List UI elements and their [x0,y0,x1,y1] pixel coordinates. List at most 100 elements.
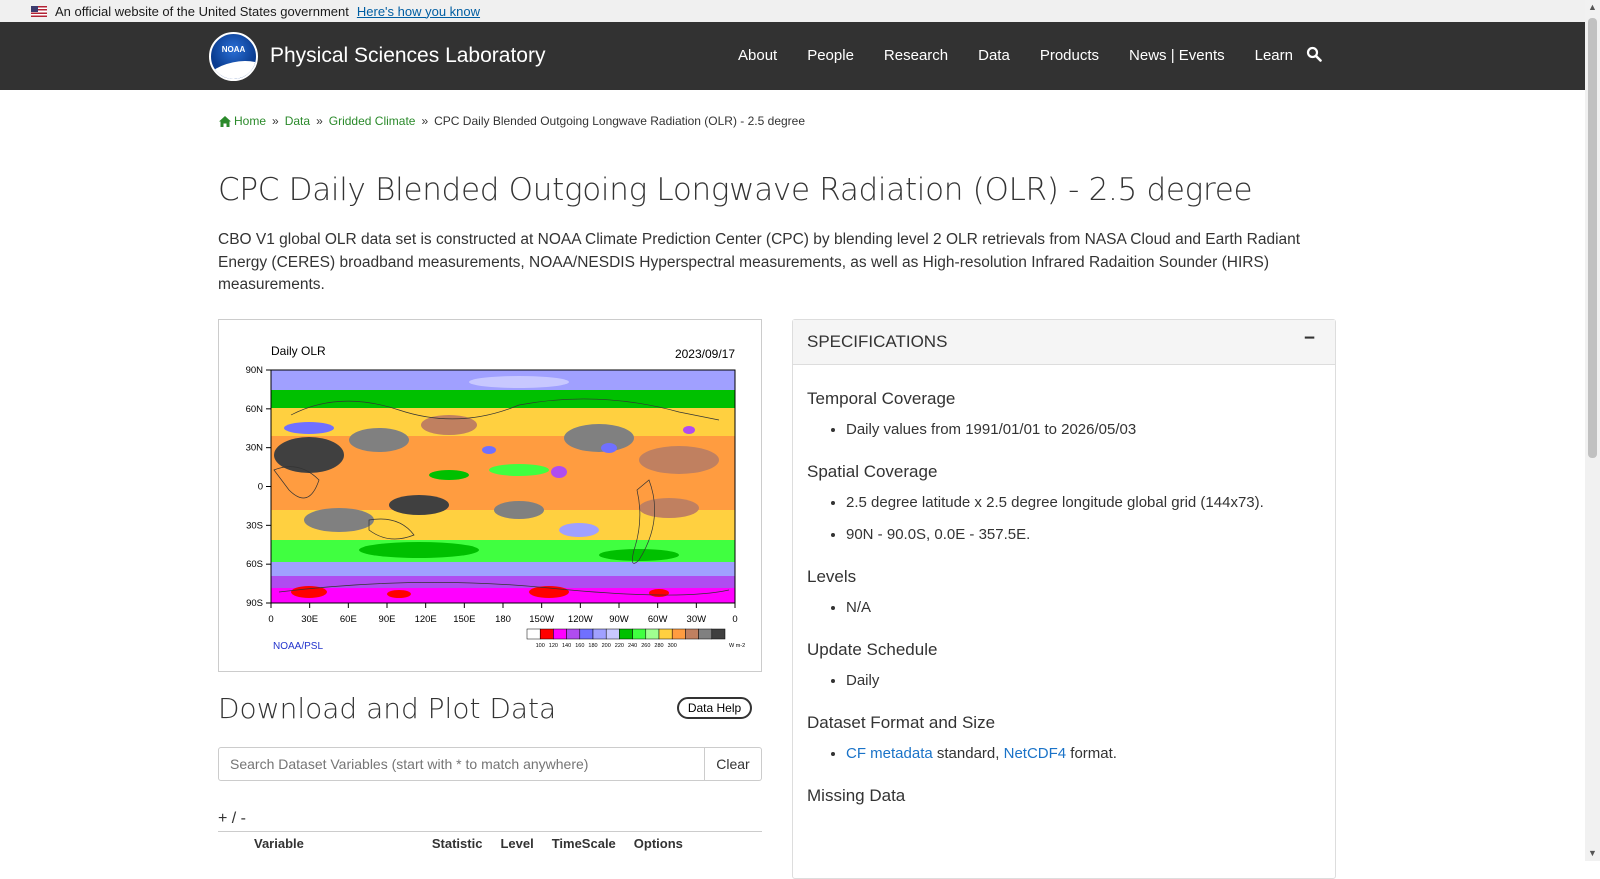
spatial-extent-value: 90N - 90.0S, 0.0E - 357.5E. [846,526,1321,543]
temporal-coverage-heading: Temporal Coverage [807,389,956,408]
col-variable[interactable]: Variable [254,836,304,851]
col-options[interactable]: Options [634,836,683,851]
variable-search-input[interactable] [218,747,705,781]
colorbar: 100 120 140 160 180 200 220 240 260 280 300 W m-2 [526,628,745,649]
search-icon[interactable] [1306,46,1322,62]
lon-tick-label: 120E [415,614,437,625]
colorbar-label: 180 [588,643,597,649]
specifications-title: SPECIFICATIONS [807,332,948,351]
col-timescale[interactable]: TimeScale [552,836,616,851]
home-icon [219,115,231,127]
colorbar-swatch [526,628,541,640]
breadcrumb-home[interactable]: Home [234,114,266,128]
colorbar-swatch [645,628,660,640]
latitude-axis: 90N 60N 30N 0 30S 60S 90S [246,365,271,609]
breadcrumb-gridded-climate[interactable]: Gridded Climate [329,114,416,128]
plot-title: Daily OLR [271,344,326,358]
collapse-icon[interactable]: − [1304,328,1315,350]
gov-banner: An official website of the United States… [0,0,1585,22]
lon-tick-label: 0 [268,614,273,625]
nav-news-events[interactable]: News | Events [1129,47,1225,64]
colorbar-swatch [698,628,713,640]
specifications-header[interactable]: SPECIFICATIONS − [793,320,1335,365]
colorbar-label: 100 [536,643,545,649]
lon-tick-label: 30E [301,614,318,625]
missing-data-section: Missing Data [807,786,1321,806]
colorbar-swatch [592,628,607,640]
page-title: CPC Daily Blended Outgoing Longwave Radi… [218,172,1253,208]
nav-research[interactable]: Research [884,47,948,64]
lon-tick-label: 150W [529,614,554,625]
colorbar-swatch [632,628,647,640]
dataset-description: CBO V1 global OLR data set is constructe… [218,231,1301,293]
scroll-up-icon[interactable]: ▲ [1588,2,1597,12]
colorbar-label: 300 [668,643,677,649]
nav-about[interactable]: About [738,47,777,64]
lon-tick-label: 60W [648,614,668,625]
lat-tick-label: 30S [246,520,263,531]
noaa-logo[interactable]: NOAA [209,32,258,81]
lon-tick-label: 150E [453,614,475,625]
colorbar-label: 260 [641,643,650,649]
olr-field [271,370,735,603]
update-schedule-section: Update Schedule Daily [807,640,1321,689]
colorbar-swatch [539,628,554,640]
scroll-down-icon[interactable]: ▼ [1588,848,1597,858]
levels-section: Levels N/A [807,567,1321,616]
col-statistic[interactable]: Statistic [432,836,483,851]
site-header: NOAA Physical Sciences Laboratory About … [0,22,1585,90]
breadcrumb: Home » Data » Gridded Climate » CPC Dail… [219,114,805,128]
clear-button[interactable]: Clear [705,747,762,781]
page-scrollbar[interactable]: ▲ ▼ [1585,0,1600,861]
variables-table-header: Variable Statistic Level TimeScale Optio… [218,836,762,851]
colorbar-label: 200 [602,643,611,649]
colorbar-swatch [605,628,620,640]
spatial-grid-value: 2.5 degree latitude x 2.5 degree longitu… [846,494,1321,511]
colorbar-swatch [579,628,594,640]
spatial-coverage-section: Spatial Coverage 2.5 degree latitude x 2… [807,462,1321,543]
colorbar-label: 140 [562,643,571,649]
lon-tick-label: 180 [495,614,511,625]
levels-value: N/A [846,599,1321,616]
lon-tick-label: 90E [379,614,396,625]
nav-people[interactable]: People [807,47,854,64]
lat-tick-label: 60S [246,559,263,570]
breadcrumb-current: CPC Daily Blended Outgoing Longwave Radi… [434,114,806,128]
colorbar-label: 120 [549,643,558,649]
update-schedule-value: Daily [846,672,1321,689]
olr-plot-figure[interactable]: Daily OLR 2023/09/17 90N 60N 30N 0 30S 6… [218,319,762,672]
expand-collapse-toggle[interactable]: + / - [218,810,246,828]
longitude-axis: 0 30E 60E 90E 120E 150E 180 150W 120W 90W 60W 30W 0 [268,603,738,625]
colorbar-swatch [711,628,726,640]
lat-tick-label: 90S [246,598,263,609]
lon-tick-label: 90W [609,614,629,625]
lon-tick-label: 30W [687,614,707,625]
breadcrumb-data[interactable]: Data [285,114,310,128]
col-level[interactable]: Level [500,836,533,851]
spatial-coverage-heading: Spatial Coverage [807,462,938,481]
nav-products[interactable]: Products [1040,47,1099,64]
table-divider [218,831,762,832]
nav-learn[interactable]: Learn [1255,47,1293,64]
us-flag-icon [31,5,47,17]
colorbar-unit: W m-2 [729,643,745,649]
colorbar-label: 280 [654,643,663,649]
levels-heading: Levels [807,567,857,586]
data-help-button[interactable]: Data Help [677,697,752,719]
format-value: CF metadata standard, NetCDF4 format. [846,745,1321,762]
how-you-know-link[interactable]: Here's how you know [357,4,480,19]
update-schedule-heading: Update Schedule [807,640,938,659]
lon-tick-label: 120W [568,614,593,625]
download-plot-title: Download and Plot Data [218,692,557,725]
cf-metadata-link[interactable]: CF metadata [846,745,933,762]
netcdf4-link[interactable]: NetCDF4 [1004,745,1067,762]
missing-data-heading: Missing Data [807,786,906,805]
colorbar-label: 160 [575,643,584,649]
nav-data[interactable]: Data [978,47,1010,64]
olr-map: Daily OLR 2023/09/17 90N60N30N030S60S90S… [246,344,746,652]
site-title[interactable]: Physical Sciences Laboratory [270,44,545,68]
variable-search: Clear [218,747,762,781]
lat-tick-label: 60N [246,404,264,415]
colorbar-label: 240 [628,643,637,649]
scrollbar-thumb[interactable] [1588,18,1597,458]
